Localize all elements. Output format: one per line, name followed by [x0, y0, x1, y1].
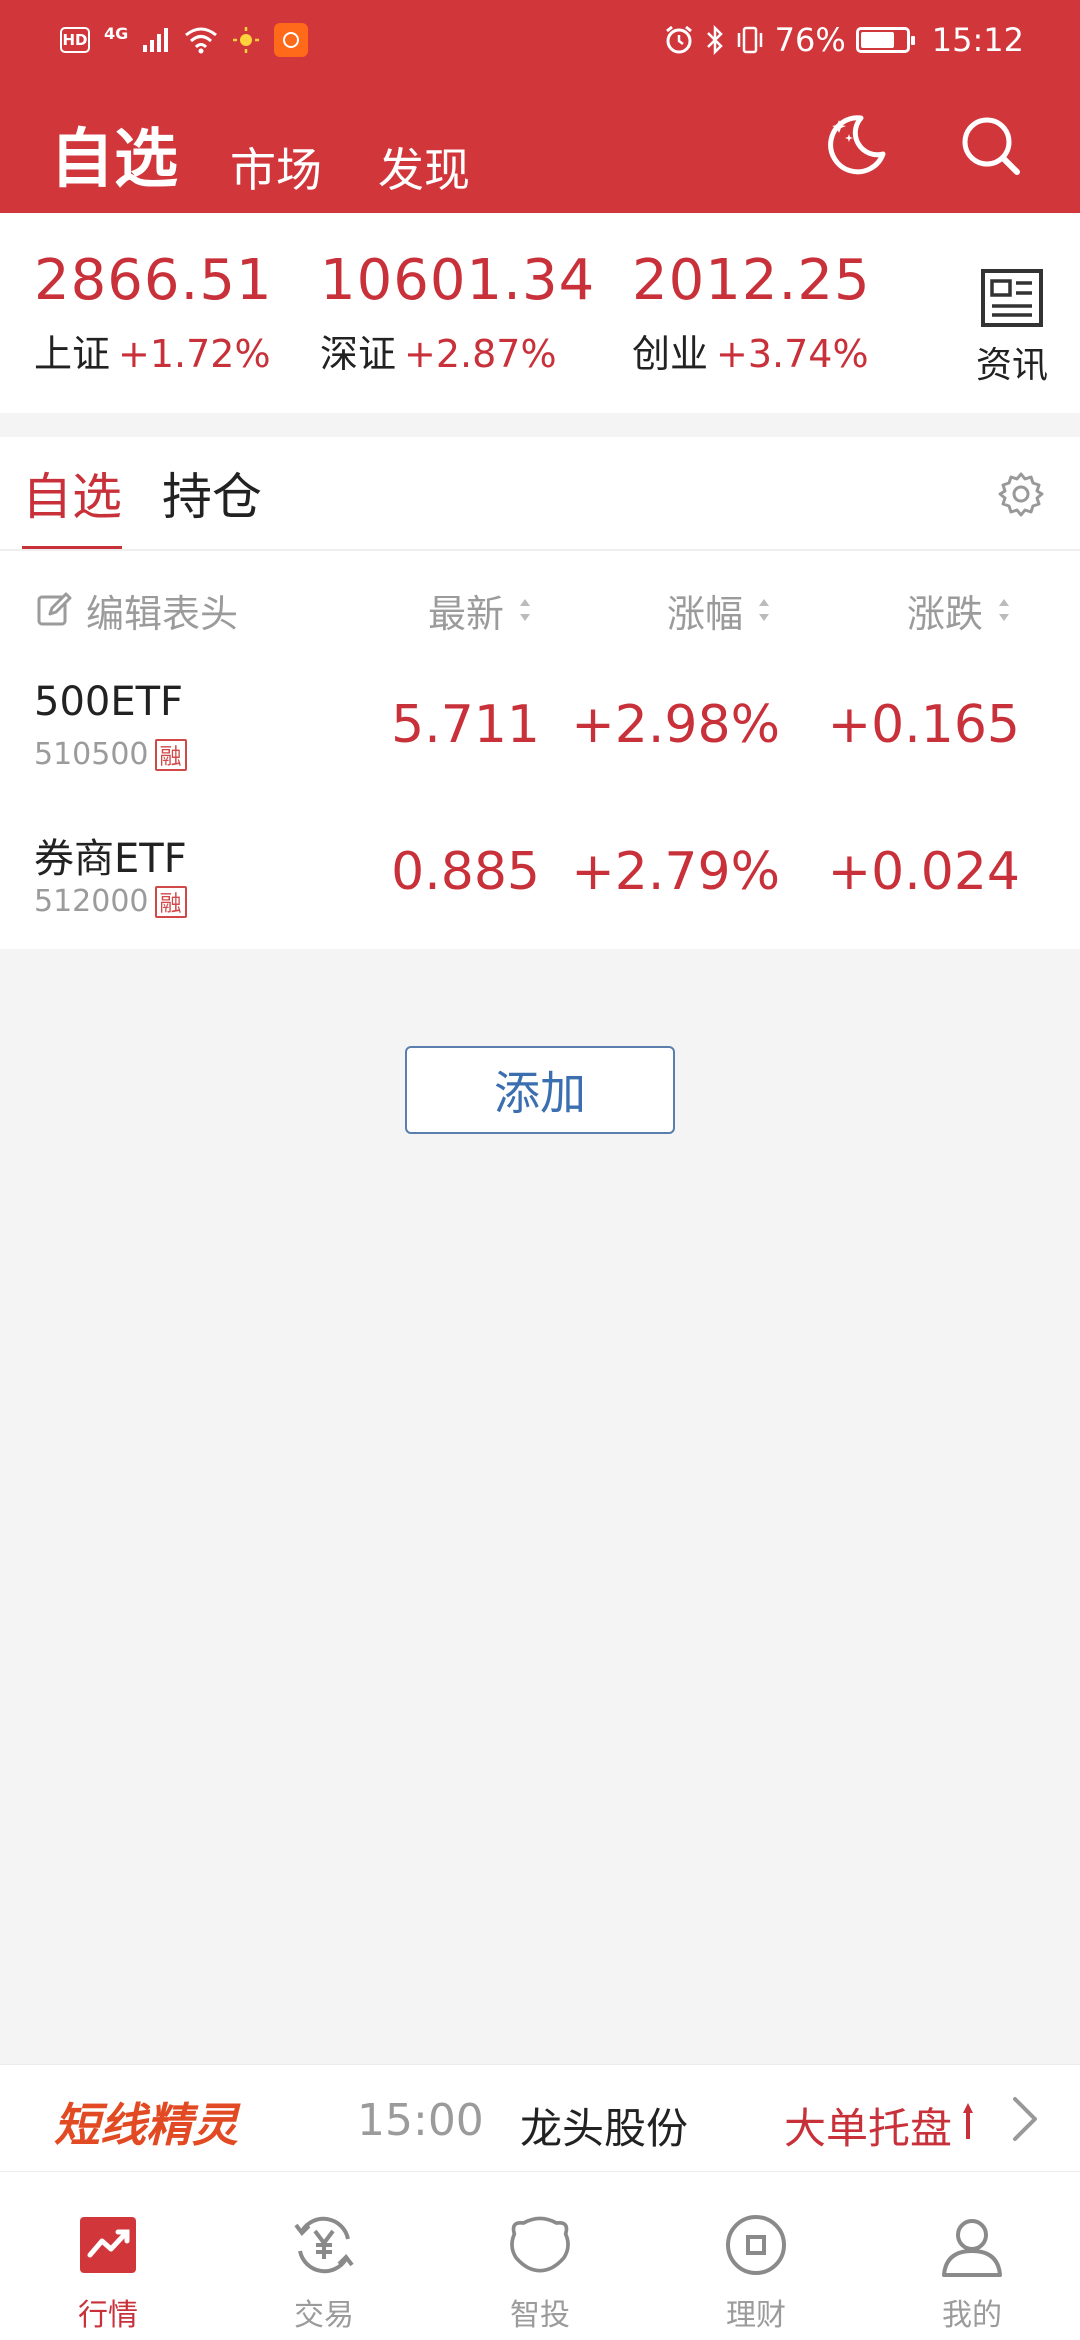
sort-icon	[759, 599, 770, 621]
bottom-nav: 行情 交易 智投 理财 我的	[0, 2172, 1080, 2340]
nav-label: 我的	[942, 2298, 1002, 2333]
change-value: +0.024	[827, 842, 1020, 902]
column-latest[interactable]: 最新	[428, 555, 531, 665]
vibrate-icon	[737, 26, 762, 54]
news-icon	[981, 269, 1043, 327]
add-stock-button[interactable]: 添加	[405, 1046, 675, 1134]
edit-columns-button[interactable]: 编辑表头	[36, 555, 238, 665]
index-change: +3.74%	[716, 332, 869, 376]
index-value: 2866.51	[34, 248, 273, 313]
nav-label: 智投	[510, 2298, 570, 2333]
column-change-pct[interactable]: 涨幅	[667, 555, 770, 665]
stock-name: 500ETF	[34, 679, 184, 725]
network-type: 4G	[104, 23, 129, 43]
stock-code: 512000	[34, 884, 149, 919]
table-row[interactable]: 券商ETF 512000 融 0.885 +2.79% +0.024	[0, 812, 1080, 960]
coin-icon	[723, 2212, 789, 2278]
index-name: 深证	[320, 332, 397, 376]
watchlist-panel: 自选 持仓 编辑表头 最新 涨幅 涨跌 500ETF 510500 融 5.71…	[0, 437, 1080, 949]
column-latest-label: 最新	[428, 591, 505, 636]
index-value: 2012.25	[632, 248, 871, 313]
ticker-signal: 大单托盘	[784, 2104, 953, 2153]
app-notification-icon	[274, 23, 309, 57]
battery-percent: 76%	[774, 21, 846, 59]
index-name: 创业	[632, 332, 709, 376]
status-bar: HD 4G 76% 15:12	[0, 0, 1080, 80]
user-icon	[939, 2212, 1005, 2278]
nav-market[interactable]: 行情	[0, 2172, 216, 2340]
index-chinext[interactable]: 2012.25 创业 +3.74%	[632, 248, 871, 378]
nav-profile[interactable]: 我的	[864, 2172, 1080, 2340]
margin-badge: 融	[154, 738, 187, 771]
battery-fill	[860, 32, 894, 48]
tab-watchlist[interactable]: 自选	[50, 108, 178, 200]
clock: 15:12	[931, 21, 1024, 59]
index-change: +1.72%	[118, 332, 271, 376]
watchlist-tabs: 自选 持仓	[22, 437, 302, 551]
index-change: +2.87%	[404, 332, 557, 376]
alarm-icon	[665, 25, 692, 54]
ticker-stock: 龙头股份	[520, 2104, 689, 2153]
nav-label: 行情	[78, 2298, 138, 2333]
nav-label: 理财	[726, 2298, 786, 2333]
sort-icon	[999, 599, 1010, 621]
battery-icon	[855, 27, 915, 53]
bluetooth-icon	[706, 24, 723, 56]
latest-price: 0.885	[391, 842, 540, 902]
edit-icon	[37, 592, 72, 626]
nav-wealth[interactable]: 理财	[648, 2172, 864, 2340]
column-change-pct-label: 涨幅	[667, 591, 744, 636]
status-bar-right: 76% 15:12	[663, 18, 1024, 62]
column-change[interactable]: 涨跌	[907, 555, 1010, 665]
tab-discover[interactable]: 发现	[378, 134, 470, 200]
settings-gear-icon[interactable]	[998, 471, 1044, 517]
latest-price: 5.711	[391, 695, 540, 755]
ticker-time: 15:00	[357, 2095, 484, 2146]
tab-watchlist-stocks[interactable]: 自选	[22, 457, 122, 551]
sort-icon	[520, 599, 531, 621]
market-indices: 2866.51 上证 +1.72% 10601.34 深证 +2.87% 2012.…	[0, 213, 1080, 413]
change-percent: +2.79%	[571, 842, 780, 902]
search-icon[interactable]	[955, 110, 1025, 180]
wifi-icon	[185, 27, 218, 54]
index-name: 上证	[34, 332, 111, 376]
change-value: +0.165	[827, 695, 1020, 755]
nav-trade[interactable]: 交易	[216, 2172, 432, 2340]
nav-smart-invest[interactable]: 智投	[432, 2172, 648, 2340]
table-row[interactable]: 500ETF 510500 融 5.711 +2.98% +0.165	[0, 665, 1080, 813]
sun-icon	[233, 27, 260, 53]
ticker-brand: 短线精灵	[54, 2098, 238, 2152]
index-value: 10601.34	[320, 248, 596, 313]
status-bar-left: HD 4G	[60, 20, 309, 60]
short-term-ticker[interactable]: 短线精灵 15:00 龙头股份 大单托盘	[0, 2064, 1080, 2172]
smart-invest-icon	[507, 2212, 573, 2278]
stock-code: 510500	[34, 737, 149, 772]
yuan-exchange-icon	[291, 2212, 357, 2278]
nav-label: 交易	[294, 2298, 354, 2333]
divider	[0, 549, 1080, 551]
tab-market[interactable]: 市场	[230, 134, 322, 200]
tab-holdings[interactable]: 持仓	[162, 457, 262, 529]
top-header: HD 4G 76% 15:12 自选 市场 发现	[0, 0, 1080, 213]
arrow-up-icon	[963, 2103, 973, 2139]
night-mode-icon[interactable]	[821, 110, 891, 180]
change-percent: +2.98%	[571, 695, 780, 755]
chevron-right-icon[interactable]	[1010, 2095, 1040, 2143]
index-shanghai[interactable]: 2866.51 上证 +1.72%	[34, 248, 273, 378]
margin-badge: 融	[154, 885, 187, 918]
signal-icon	[143, 28, 169, 52]
edit-columns-label: 编辑表头	[86, 591, 239, 636]
stock-name: 券商ETF	[34, 836, 187, 882]
news-label: 资讯	[975, 345, 1048, 386]
news-button[interactable]: 资讯	[972, 268, 1052, 388]
main-nav-tabs: 自选 市场 发现	[50, 108, 526, 200]
column-change-label: 涨跌	[907, 591, 984, 636]
chart-trend-icon	[75, 2212, 141, 2278]
index-shenzhen[interactable]: 10601.34 深证 +2.87%	[320, 248, 595, 378]
hd-badge: HD	[60, 27, 90, 53]
